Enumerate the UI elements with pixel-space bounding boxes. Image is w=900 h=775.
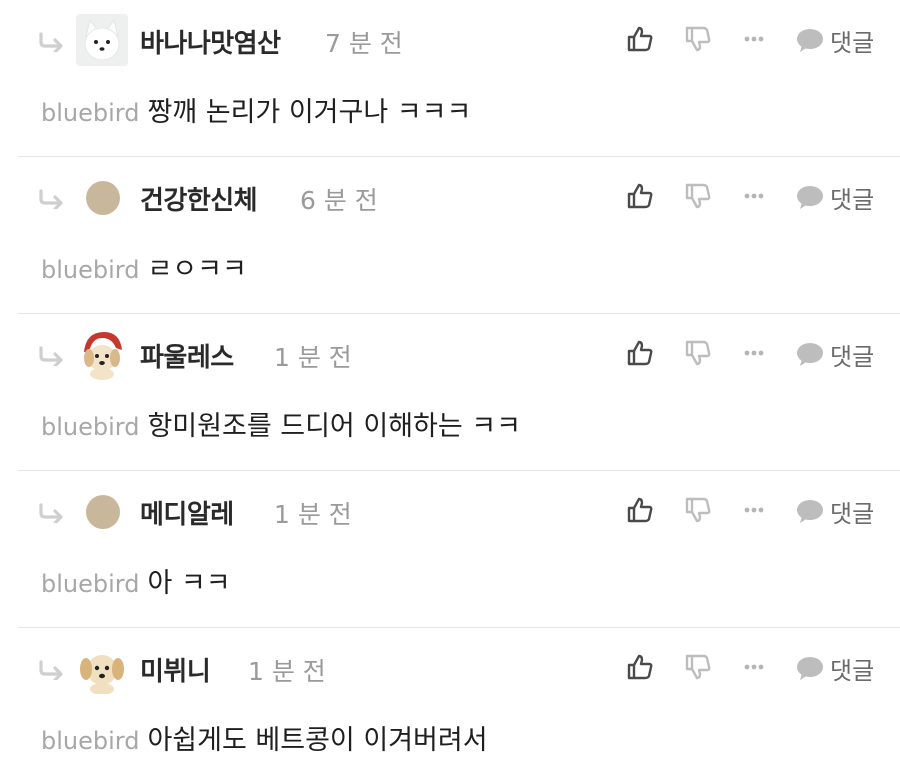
comment-text: 아쉽게도 베트콩이 이겨버려서 [147,725,488,756]
comment-text: 항미원조를 드디어 이해하는 ㅋㅋ [147,411,521,442]
reply-button[interactable]: 댓글 [796,338,875,371]
timestamp: 6 분 전 [300,186,378,215]
comment-body: bluebird 아 ㅋㅋ [41,561,231,600]
more-dots-icon[interactable] [739,181,769,211]
reply-arrow-icon [39,189,63,209]
comment-text: ㄹㅇㅋㅋ [147,254,247,285]
speech-bubble-icon [797,186,823,209]
puppy-avatar[interactable] [76,642,128,694]
reply-arrow-icon [39,660,63,680]
comment-text: 아 ㅋㅋ [147,568,231,599]
thumbs-down-icon[interactable] [683,181,713,211]
reply-button[interactable]: 댓글 [796,495,875,528]
comment-body: bluebird 항미원조를 드디어 이해하는 ㅋㅋ [41,404,521,443]
thumbs-up-icon[interactable] [625,338,655,368]
comment-item: 건강한신체 6 분 전 댓글 bluebird ㄹㅇㅋㅋ [0,157,900,314]
mention[interactable]: bluebird [41,727,139,755]
thumbs-down-icon[interactable] [683,652,713,682]
more-dots-icon[interactable] [739,652,769,682]
thumbs-down-icon[interactable] [683,24,713,54]
comment-text: 짱깨 논리가 이거구나 ㅋㅋㅋ [147,97,472,128]
thumbs-down-icon[interactable] [683,338,713,368]
more-dots-icon[interactable] [739,24,769,54]
nickname[interactable]: 바나나맛염산 [140,23,281,60]
default-avatar[interactable] [86,181,120,215]
speech-bubble-icon [797,29,823,52]
speech-bubble-icon [797,500,823,523]
reply-arrow-icon [39,32,63,52]
reply-button[interactable]: 댓글 [796,181,875,214]
mention[interactable]: bluebird [41,570,139,598]
comment-item: 파울레스 1 분 전 댓글 bluebird 항미원조를 드디어 이해하는 ㅋㅋ [0,314,900,471]
timestamp: 7 분 전 [325,29,403,58]
comment-body: bluebird 아쉽게도 베트콩이 이겨버려서 [41,718,488,757]
reply-label: 댓글 [830,185,875,214]
comment-item: 바나나맛염산 7 분 전 댓글 bluebird 짱깨 논리가 이거구나 ㅋㅋㅋ [0,0,900,157]
comment-item: 메디알레 1 분 전 댓글 bluebird 아 ㅋㅋ [0,471,900,628]
thumbs-up-icon[interactable] [625,652,655,682]
mention[interactable]: bluebird [41,256,139,284]
reply-label: 댓글 [830,342,875,371]
reply-label: 댓글 [830,499,875,528]
nickname[interactable]: 건강한신체 [140,180,258,217]
comment-item: 미뷔니 1 분 전 댓글 bluebird 아쉽게도 베트콩이 이겨버려서 [0,628,900,775]
comment-body: bluebird 짱깨 논리가 이거구나 ㅋㅋㅋ [41,90,471,129]
nickname[interactable]: 미뷔니 [140,651,211,688]
nickname[interactable]: 파울레스 [140,337,234,374]
reply-button[interactable]: 댓글 [796,652,875,685]
puppy-red-hood-avatar[interactable] [76,328,128,380]
white-dog-avatar[interactable] [76,14,128,66]
reply-label: 댓글 [830,28,875,57]
timestamp: 1 분 전 [274,343,352,372]
timestamp: 1 분 전 [248,657,326,686]
speech-bubble-icon [797,343,823,366]
reply-label: 댓글 [830,656,875,685]
thumbs-up-icon[interactable] [625,181,655,211]
comment-body: bluebird ㄹㅇㅋㅋ [41,247,247,286]
timestamp: 1 분 전 [274,500,352,529]
reply-arrow-icon [39,503,63,523]
speech-bubble-icon [797,657,823,680]
default-avatar[interactable] [86,495,120,529]
mention[interactable]: bluebird [41,413,139,441]
reply-arrow-icon [39,346,63,366]
reply-button[interactable]: 댓글 [796,24,875,57]
mention[interactable]: bluebird [41,99,139,127]
nickname[interactable]: 메디알레 [140,494,234,531]
more-dots-icon[interactable] [739,338,769,368]
more-dots-icon[interactable] [739,495,769,525]
thumbs-up-icon[interactable] [625,24,655,54]
thumbs-down-icon[interactable] [683,495,713,525]
thumbs-up-icon[interactable] [625,495,655,525]
